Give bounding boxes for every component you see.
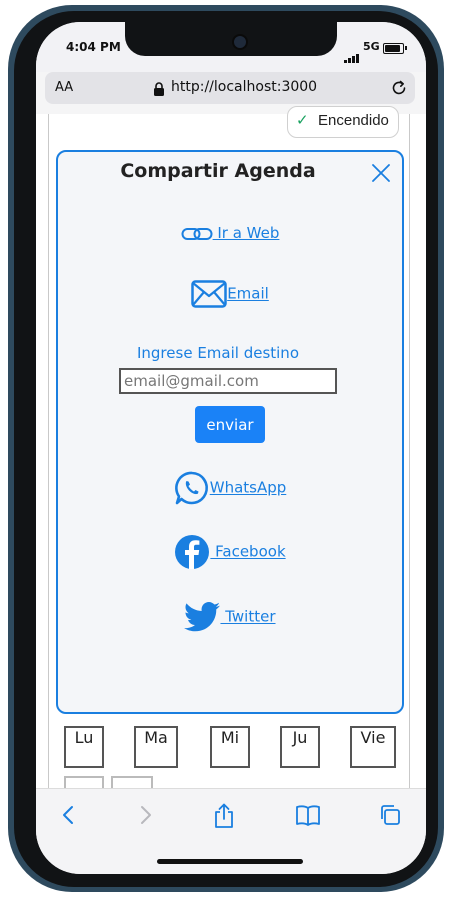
share-icon[interactable] [213, 803, 235, 829]
whatsapp-icon [174, 471, 208, 505]
browser-toolbar [36, 788, 426, 874]
lock-icon [154, 82, 164, 96]
phone-side-button [438, 230, 444, 330]
link-icon [181, 227, 213, 240]
email-link-label[interactable]: Email [227, 285, 269, 303]
day-button-lu[interactable]: Lu [64, 726, 104, 768]
day-button-ma[interactable]: Ma [134, 726, 178, 768]
phone-screen: 4:04 PM 5G AA http://localhost:3000 ✓ En… [36, 22, 426, 874]
day-button-vie[interactable]: Vie [350, 726, 396, 768]
page-border [48, 114, 49, 788]
twitter-label[interactable]: Twitter [220, 608, 275, 626]
text-size-button[interactable]: AA [55, 80, 73, 95]
modal-title: Compartir Agenda [120, 160, 316, 182]
share-modal: Compartir Agenda Ir a Web Email Ingrese … [56, 150, 404, 714]
forward-icon[interactable] [138, 803, 154, 827]
facebook-label[interactable]: Facebook [210, 543, 285, 561]
send-button[interactable]: enviar [195, 406, 265, 443]
network-label: 5G [363, 40, 380, 53]
twitter-icon [184, 602, 221, 632]
whatsapp-label[interactable]: WhatsApp [210, 479, 287, 497]
bookmarks-icon[interactable] [295, 803, 321, 827]
notch [125, 22, 337, 56]
twitter-link[interactable]: Twitter [58, 602, 402, 632]
check-icon: ✓ [296, 111, 309, 129]
camera [232, 34, 248, 50]
signal-icon [344, 44, 360, 63]
close-icon[interactable] [371, 163, 391, 183]
url-text[interactable]: http://localhost:3000 [171, 79, 317, 95]
email-input[interactable] [119, 368, 337, 394]
address-bar[interactable]: AA http://localhost:3000 [45, 72, 415, 104]
page-content: ✓ Encendido Compartir Agenda Ir a Web Em… [36, 106, 426, 796]
status-time: 4:04 PM [66, 40, 121, 54]
whatsapp-link[interactable]: WhatsApp [58, 470, 402, 506]
home-indicator [157, 859, 303, 864]
reload-icon[interactable] [389, 78, 409, 98]
facebook-icon [175, 535, 210, 569]
facebook-link[interactable]: Facebook [58, 534, 402, 570]
email-link[interactable]: Email [58, 280, 402, 308]
page-border [409, 114, 410, 788]
back-icon[interactable] [60, 803, 76, 827]
email-prompt: Ingrese Email destino [136, 344, 299, 362]
battery-tip [405, 46, 407, 50]
day-button-mi[interactable]: Mi [210, 726, 250, 768]
toggle-label: Encendido [318, 112, 389, 129]
battery-icon [383, 43, 404, 54]
toggle-encendido[interactable]: ✓ Encendido [287, 106, 399, 138]
day-button-ju[interactable]: Ju [280, 726, 320, 768]
web-link[interactable]: Ir a Web [58, 224, 402, 242]
web-link-label[interactable]: Ir a Web [213, 224, 279, 242]
status-bar: 4:04 PM 5G [36, 22, 426, 72]
envelope-icon [191, 280, 227, 308]
tabs-icon[interactable] [378, 803, 402, 827]
